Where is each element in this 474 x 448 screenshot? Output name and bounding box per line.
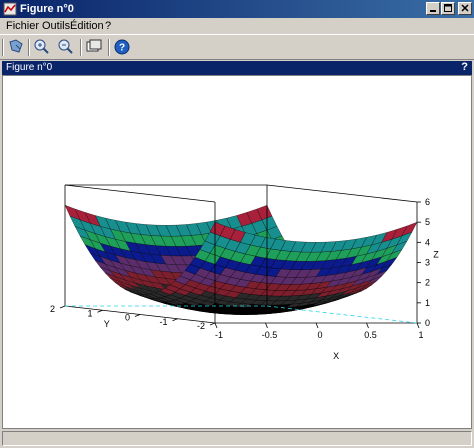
rotate-button[interactable] xyxy=(6,38,26,56)
x-tick-label: 0 xyxy=(317,330,322,340)
z-tick-label: 4 xyxy=(425,237,430,247)
title-bar[interactable]: Figure n°0 xyxy=(0,0,474,18)
menu-edition[interactable]: Édition xyxy=(70,20,104,32)
menu-help[interactable]: ? xyxy=(105,20,111,32)
x-tick-mark xyxy=(214,322,218,329)
help-icon: ? xyxy=(114,39,130,55)
toolbar-grip xyxy=(2,39,4,56)
y-axis-label: Y xyxy=(104,319,110,329)
figure-panel-header: Figure n°0 ? xyxy=(2,61,472,75)
y-tick-mark xyxy=(209,322,216,326)
toolbar: ? xyxy=(0,34,474,60)
menu-fichier[interactable]: Fichier xyxy=(6,20,39,32)
y-tick-mark xyxy=(59,305,66,309)
menu-outils[interactable]: Outils xyxy=(42,20,70,32)
z-tick-label: 6 xyxy=(425,197,430,207)
close-icon xyxy=(461,4,469,12)
x-tick-label: 1 xyxy=(418,330,423,340)
close-button[interactable] xyxy=(458,2,472,15)
x-tick-mark xyxy=(315,322,319,329)
x-tick-label: -1 xyxy=(215,330,223,340)
x-axis-label: X xyxy=(333,351,339,361)
x-tick-label: -0.5 xyxy=(262,330,278,340)
plot-canvas[interactable]: -1 -0.5 0 0.5 1 X -2 -1 0 1 2 Y 0 1 2 3 4 5 6 Z xyxy=(2,75,472,429)
box-edge xyxy=(64,184,216,203)
toolbar-separator xyxy=(80,39,82,56)
hidden-edge xyxy=(266,305,418,324)
surface-mesh xyxy=(64,204,418,315)
rotate-icon xyxy=(9,39,23,53)
unzoom-icon xyxy=(58,39,73,54)
box-edge xyxy=(266,184,418,203)
zoom-icon xyxy=(34,39,49,54)
help-button[interactable]: ? xyxy=(112,38,132,56)
unzoom-button[interactable] xyxy=(56,38,76,56)
figure-window: Figure n°0 Fichier Outils Édition ? ? Fi… xyxy=(0,0,474,448)
z-tick-label: 5 xyxy=(425,217,430,227)
graphics-window-icon xyxy=(86,39,102,52)
y-tick-label: 1 xyxy=(87,308,92,318)
z-tick-label: 0 xyxy=(425,318,430,328)
x-tick-mark xyxy=(265,322,268,329)
panel-title: Figure n°0 xyxy=(6,62,53,73)
window-title: Figure n°0 xyxy=(20,3,74,15)
scilab-app-icon xyxy=(3,2,17,16)
z-axis-label: Z xyxy=(433,249,439,259)
x-tick-mark xyxy=(416,322,420,329)
y-tick-label: 2 xyxy=(50,304,55,314)
z-tick-label: 2 xyxy=(425,278,430,288)
z-tick-label: 3 xyxy=(425,258,430,268)
menu-bar: Fichier Outils Édition ? xyxy=(0,18,474,34)
svg-text:?: ? xyxy=(119,43,125,54)
panel-help-button[interactable]: ? xyxy=(461,61,468,73)
status-bar xyxy=(2,431,472,446)
y-tick-label: -2 xyxy=(197,321,205,331)
minimize-button[interactable] xyxy=(426,2,440,15)
maximize-button[interactable] xyxy=(441,2,455,15)
toolbar-separator xyxy=(28,39,30,56)
y-tick-label: 0 xyxy=(125,313,130,323)
surface-plot[interactable]: -1 -0.5 0 0.5 1X-2-1012Y 0123456Z xyxy=(3,76,471,428)
y-tick-label: -1 xyxy=(159,317,167,327)
x-tick-mark xyxy=(366,322,369,329)
maximize-icon xyxy=(444,4,452,12)
z-tick-label: 1 xyxy=(425,298,430,308)
zoom-button[interactable] xyxy=(32,38,52,56)
x-tick-label: 0.5 xyxy=(364,330,377,340)
y-tick-mark xyxy=(172,318,178,322)
y-tick-mark xyxy=(134,314,141,317)
graphics-window-button[interactable] xyxy=(84,38,104,56)
toolbar-separator xyxy=(108,39,110,56)
y-tick-mark xyxy=(97,309,103,313)
minimize-icon xyxy=(430,10,436,12)
